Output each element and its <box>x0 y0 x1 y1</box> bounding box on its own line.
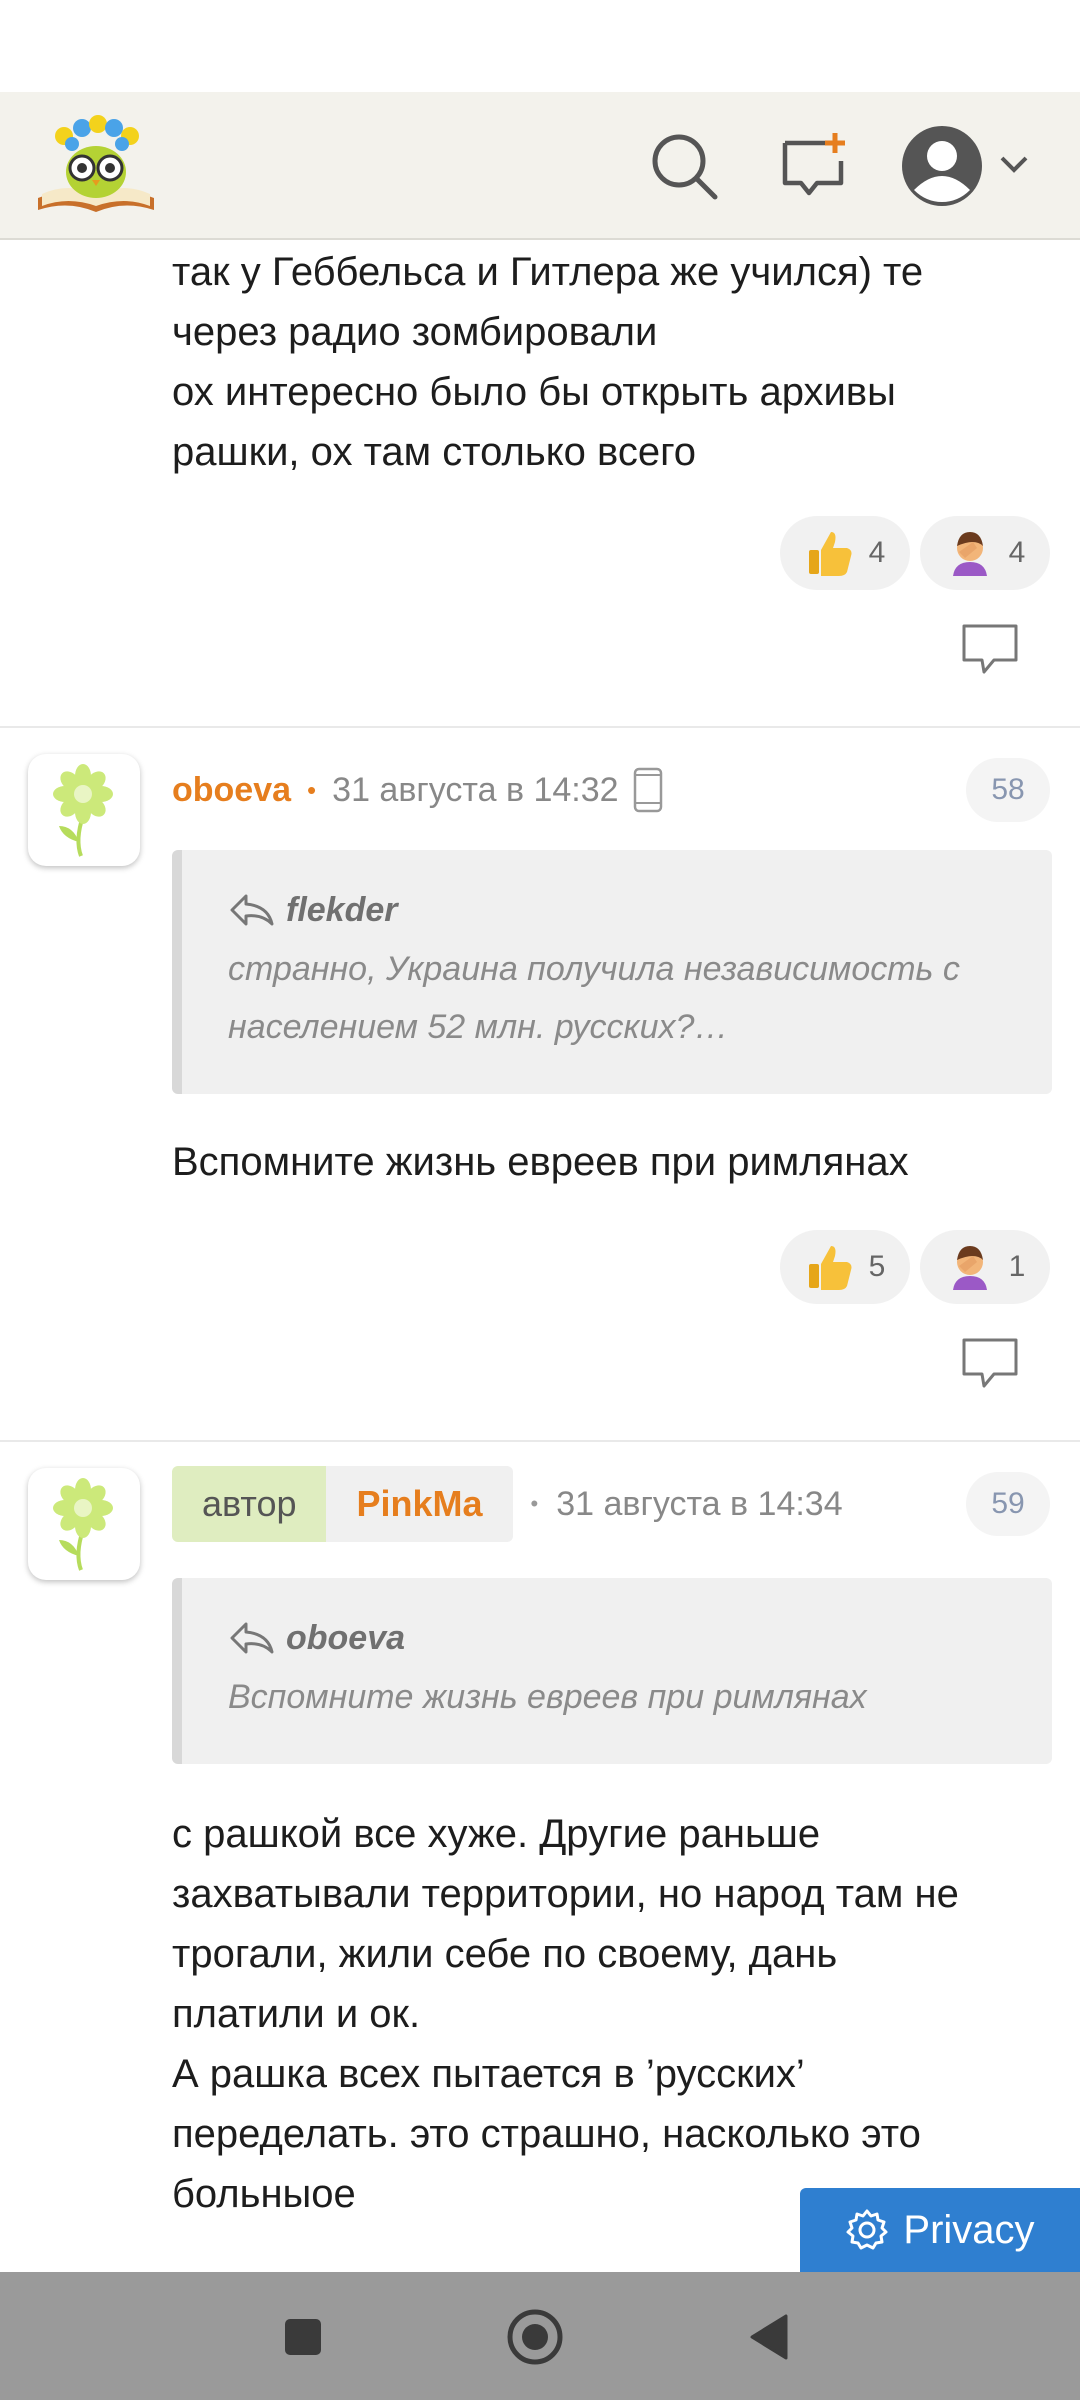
quote-block[interactable]: flekder странно, Украина получила незави… <box>172 850 1052 1094</box>
comment-number-badge[interactable]: 58 <box>966 758 1050 822</box>
comment-date[interactable]: 31 августа в 14:34 <box>556 1485 842 1524</box>
comment-meta: oboeva • 31 августа в 14:32 <box>172 752 663 828</box>
quote-text: странно, Украина получила независимость … <box>228 950 960 1046</box>
divider <box>0 1440 1080 1442</box>
flower-avatar-icon <box>53 1478 113 1571</box>
separator-dot: • <box>530 1491 539 1516</box>
home-circle-icon <box>507 2309 563 2365</box>
comment-username[interactable]: PinkMa <box>326 1466 513 1542</box>
divider <box>0 726 1080 728</box>
chevron-down-icon <box>1000 156 1028 173</box>
quote-header: flekder <box>228 886 1008 934</box>
mobile-phone-icon <box>633 767 662 813</box>
back-triangle-icon <box>750 2314 788 2360</box>
flower-avatar-icon <box>53 764 113 857</box>
home-button[interactable] <box>500 2302 570 2372</box>
system-nav-bar <box>0 2272 1080 2400</box>
author-label: автор <box>172 1466 327 1542</box>
square-icon <box>285 2319 321 2355</box>
quote-text: Вспомните жизнь евреев при римлянах <box>228 1678 867 1716</box>
comment-meta: автор PinkMa • 31 августа в 14:34 <box>172 1466 843 1542</box>
quote-author[interactable]: flekder <box>286 891 398 930</box>
reaction-count: 1 <box>1008 1250 1026 1283</box>
quote-header: oboeva <box>228 1614 1008 1662</box>
site-header <box>0 92 1080 240</box>
comment-number-badge[interactable]: 59 <box>966 1472 1050 1536</box>
privacy-label: Privacy <box>903 2207 1035 2252</box>
reaction-facepalm[interactable]: 1 <box>920 1230 1050 1304</box>
privacy-button[interactable]: Privacy <box>800 2188 1080 2272</box>
thumbs-up-icon <box>808 532 852 576</box>
reaction-count: 4 <box>1008 536 1026 569</box>
status-bar <box>0 0 1080 92</box>
comment-text: с рашкой все хуже. Другие раньше захваты… <box>172 1812 959 2216</box>
comment-text: так у Геббельса и Гитлера же учился) те … <box>172 250 924 474</box>
reactions-row: 5 1 <box>780 1230 1050 1304</box>
reaction-facepalm[interactable]: 4 <box>920 516 1050 590</box>
reply-icon[interactable] <box>960 1336 1020 1390</box>
new-message-icon[interactable] <box>776 128 852 204</box>
reaction-count: 4 <box>868 536 886 569</box>
back-button[interactable] <box>736 2302 806 2372</box>
reaction-count: 5 <box>868 1250 886 1283</box>
reply-icon[interactable] <box>960 622 1020 676</box>
facepalm-icon <box>952 532 987 576</box>
user-menu-button[interactable] <box>896 118 1046 214</box>
facepalm-icon <box>952 1246 987 1290</box>
gear-icon <box>846 2209 888 2250</box>
reaction-thumbs-up[interactable]: 4 <box>780 516 910 590</box>
search-icon[interactable] <box>646 128 722 204</box>
comment-date[interactable]: 31 августа в 14:32 <box>332 771 618 810</box>
recent-apps-button[interactable] <box>268 2302 338 2372</box>
thumbs-up-icon <box>808 1246 852 1290</box>
reply-arrow-icon <box>230 1622 274 1654</box>
quote-author[interactable]: oboeva <box>286 1619 405 1658</box>
avatar[interactable] <box>28 754 140 866</box>
comment-text: Вспомните жизнь евреев при римлянах <box>172 1140 909 1184</box>
reply-arrow-icon <box>230 894 274 926</box>
avatar[interactable] <box>28 1468 140 1580</box>
quote-block[interactable]: oboeva Вспомните жизнь евреев при римлян… <box>172 1578 1052 1764</box>
separator-dot: • <box>307 774 317 805</box>
reactions-row: 4 4 <box>780 516 1050 590</box>
author-badge: автор PinkMa <box>172 1466 513 1542</box>
comment-username[interactable]: oboeva <box>172 771 291 810</box>
reaction-thumbs-up[interactable]: 5 <box>780 1230 910 1304</box>
site-logo[interactable] <box>34 110 158 222</box>
